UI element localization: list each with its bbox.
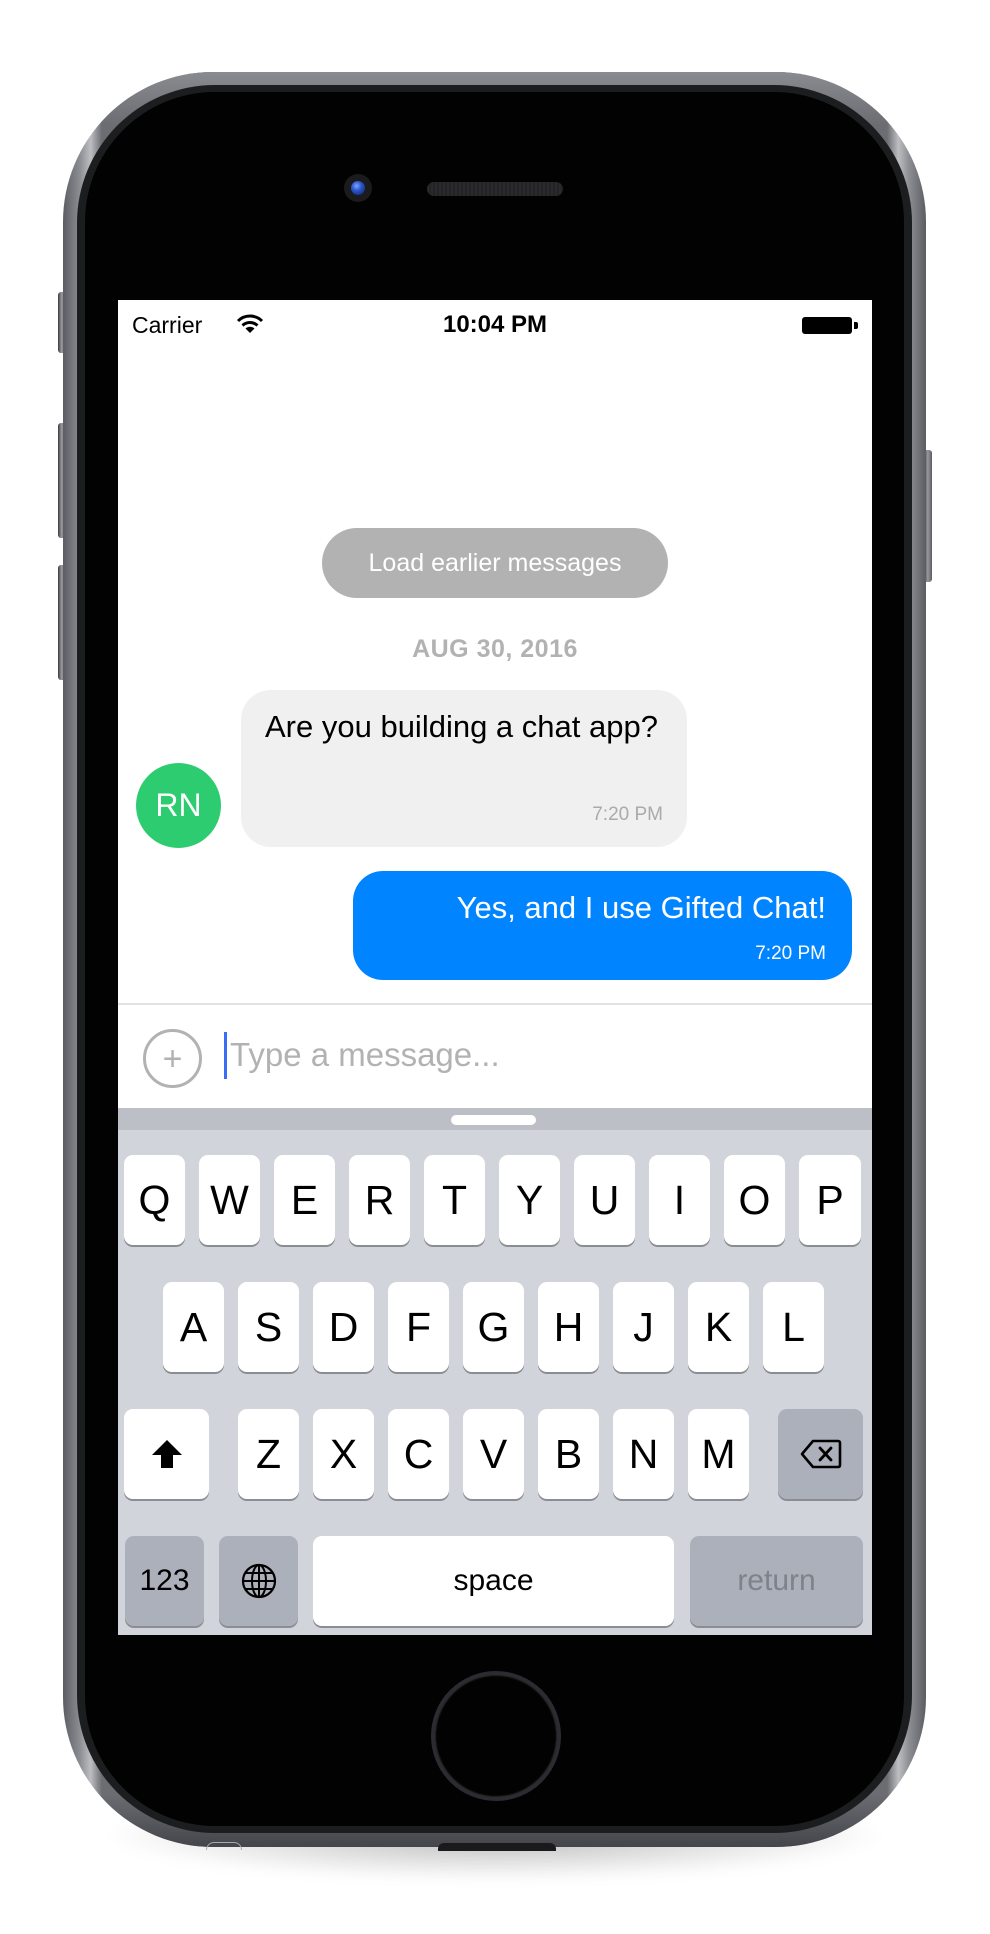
key-s[interactable]: S — [238, 1282, 299, 1372]
key-o[interactable]: O — [724, 1155, 785, 1245]
outgoing-message-bubble[interactable]: Yes, and I use Gifted Chat! 7:20 PM — [353, 871, 852, 980]
keyboard-grabber[interactable] — [451, 1115, 536, 1125]
key-w[interactable]: W — [199, 1155, 260, 1245]
status-bar: Carrier 10:04 PM — [118, 300, 872, 350]
key-a[interactable]: A — [163, 1282, 224, 1372]
message-text: Are you building a chat app? — [265, 709, 658, 744]
earpiece-speaker — [427, 182, 563, 196]
message-time: 7:20 PM — [755, 943, 826, 964]
key-x[interactable]: X — [313, 1409, 374, 1499]
numbers-key[interactable]: 123 — [125, 1536, 204, 1626]
day-separator: AUG 30, 2016 — [412, 635, 578, 663]
key-i[interactable]: I — [649, 1155, 710, 1245]
key-q[interactable]: Q — [124, 1155, 185, 1245]
avatar-initials: RN — [155, 787, 202, 823]
front-camera-icon — [344, 174, 372, 202]
backspace-icon — [800, 1439, 841, 1469]
avatar[interactable]: RN — [136, 763, 221, 848]
key-m[interactable]: M — [688, 1409, 749, 1499]
key-p[interactable]: P — [799, 1155, 861, 1245]
key-y[interactable]: Y — [499, 1155, 560, 1245]
message-input[interactable] — [230, 1029, 830, 1081]
camera-lens — [351, 181, 365, 195]
key-r[interactable]: R — [349, 1155, 410, 1245]
key-n[interactable]: N — [613, 1409, 674, 1499]
phone-screen: Carrier 10:04 PM Load earlier messages A… — [118, 300, 872, 1635]
key-v[interactable]: V — [463, 1409, 524, 1499]
key-t[interactable]: T — [424, 1155, 485, 1245]
keyboard: Q W E R T Y U I O P A S D F G H J K L Z … — [118, 1108, 872, 1635]
status-time: 10:04 PM — [442, 311, 548, 338]
battery-icon — [802, 317, 852, 334]
key-g[interactable]: G — [463, 1282, 524, 1372]
key-k[interactable]: K — [688, 1282, 749, 1372]
key-h[interactable]: H — [538, 1282, 599, 1372]
shift-key[interactable] — [124, 1409, 209, 1499]
return-key[interactable]: return — [690, 1536, 863, 1626]
globe-icon — [241, 1563, 276, 1599]
key-d[interactable]: D — [313, 1282, 374, 1372]
delete-key[interactable] — [778, 1409, 863, 1499]
key-u[interactable]: U — [574, 1155, 635, 1245]
shift-arrow-icon — [151, 1440, 182, 1468]
message-composer: + — [118, 1003, 872, 1108]
microphone-hole — [206, 1842, 242, 1850]
lightning-port — [438, 1843, 556, 1851]
text-cursor — [224, 1032, 227, 1079]
message-time: 7:20 PM — [592, 804, 663, 825]
key-b[interactable]: B — [538, 1409, 599, 1499]
space-key[interactable]: space — [313, 1536, 674, 1626]
key-c[interactable]: C — [388, 1409, 449, 1499]
plus-glyph: + — [162, 1039, 183, 1078]
incoming-message-bubble[interactable]: Are you building a chat app? 7:20 PM — [241, 690, 687, 847]
key-z[interactable]: Z — [238, 1409, 299, 1499]
message-text: Yes, and I use Gifted Chat! — [456, 890, 826, 925]
globe-key[interactable] — [219, 1536, 298, 1626]
key-f[interactable]: F — [388, 1282, 449, 1372]
load-earlier-messages-button[interactable]: Load earlier messages — [322, 528, 668, 598]
keyboard-top-bar — [118, 1108, 872, 1130]
key-j[interactable]: J — [613, 1282, 674, 1372]
home-button[interactable] — [431, 1671, 561, 1801]
battery-tip — [854, 322, 858, 329]
key-e[interactable]: E — [274, 1155, 335, 1245]
plus-circle-icon[interactable]: + — [143, 1029, 202, 1088]
key-l[interactable]: L — [763, 1282, 824, 1372]
